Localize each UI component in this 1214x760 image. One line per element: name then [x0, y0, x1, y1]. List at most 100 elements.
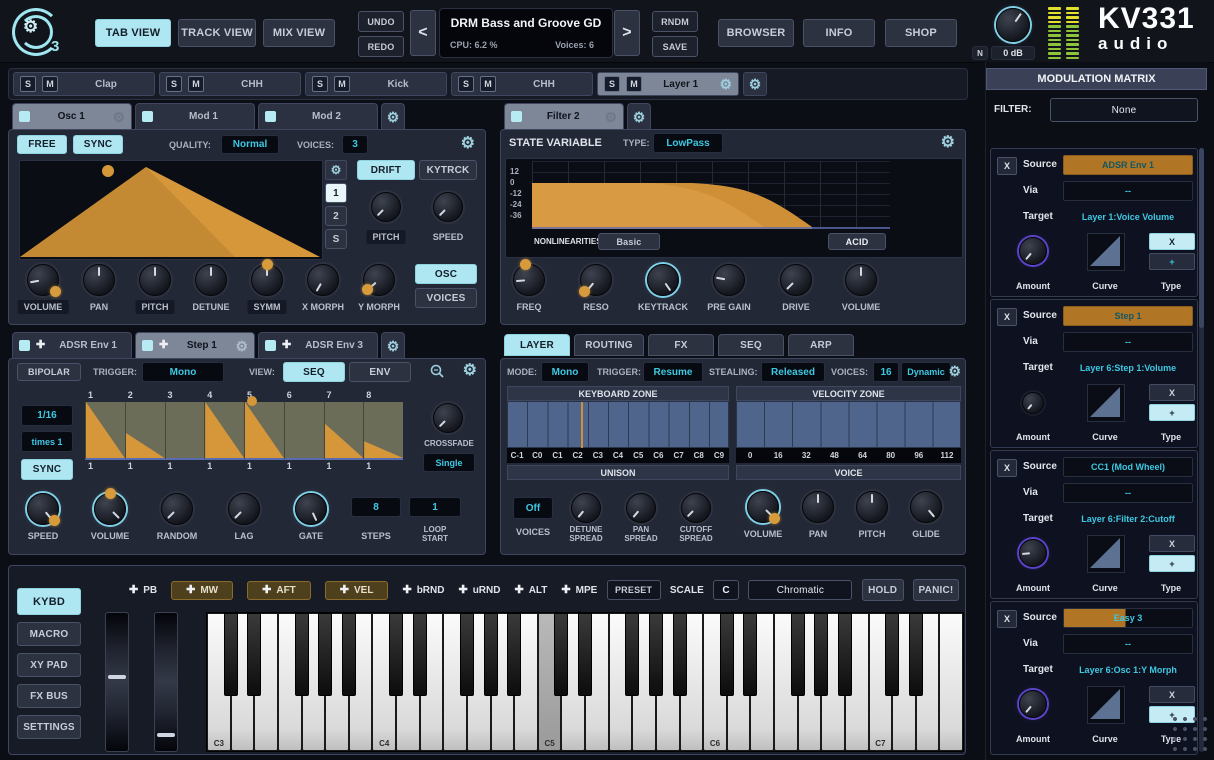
mute-button[interactable]: M	[626, 76, 642, 92]
osc-xmorph-knob[interactable]	[307, 264, 339, 296]
mute-button[interactable]: M	[480, 76, 496, 92]
seq-random-knob[interactable]	[161, 493, 193, 525]
toolbar-item-vel[interactable]: ✚VEL	[325, 581, 389, 600]
seq-step-8[interactable]: 81	[363, 389, 403, 473]
hold-button[interactable]: HOLD	[862, 579, 904, 601]
env3-enable-checkbox[interactable]	[265, 340, 276, 351]
rate-select[interactable]: 1/16	[21, 405, 73, 426]
seq-volume-knob[interactable]	[94, 493, 126, 525]
seq-step-3[interactable]: 31	[165, 389, 205, 473]
black-key[interactable]	[318, 613, 332, 696]
osc-pitch-knob[interactable]	[139, 264, 171, 296]
mod-via-select[interactable]: --	[1063, 634, 1193, 654]
black-key[interactable]	[295, 613, 309, 696]
solo-button[interactable]: S	[604, 76, 620, 92]
key-select[interactable]: C	[713, 580, 739, 600]
black-key[interactable]	[578, 613, 592, 696]
mod2-tab[interactable]: Mod 2	[258, 103, 378, 129]
seq-step-4[interactable]: 41	[204, 389, 244, 473]
drift-button[interactable]: DRIFT	[357, 160, 415, 180]
layer-tab-chh1[interactable]: S M CHH	[159, 72, 301, 96]
osc-sync-button[interactable]: SYNC	[73, 135, 123, 154]
step1-gear-icon[interactable]: ⚙	[235, 339, 248, 353]
remove-slot-button[interactable]: X	[997, 157, 1017, 175]
mod-amount-knob[interactable]	[1019, 237, 1047, 265]
mod-curve-button[interactable]	[1087, 686, 1125, 724]
mod-target-select[interactable]: Layer 1:Voice Volume	[1063, 207, 1193, 227]
osc-detune-knob[interactable]	[195, 264, 227, 296]
layer-tab-kick[interactable]: S M Kick	[305, 72, 447, 96]
env1-enable-checkbox[interactable]	[19, 340, 30, 351]
layer-add-gear-button[interactable]: ⚙	[743, 72, 767, 96]
stealing-select[interactable]: Released	[761, 362, 825, 382]
drift-pitch-knob[interactable]	[371, 192, 401, 222]
filter-type-select[interactable]: LowPass	[653, 133, 723, 153]
mod-curve-button[interactable]	[1087, 384, 1125, 422]
mod2-enable-checkbox[interactable]	[265, 111, 276, 122]
black-key[interactable]	[342, 613, 356, 696]
step-sequencer-grid[interactable]: 1121314151617181	[85, 389, 403, 473]
osc-panel-gear-icon[interactable]: ⚙	[461, 136, 475, 152]
view-env-button[interactable]: ENV	[349, 362, 411, 382]
mod-via-select[interactable]: --	[1063, 332, 1193, 352]
mod-type-x-button[interactable]: X	[1149, 686, 1195, 703]
mod-source-select[interactable]: CC1 (Mod Wheel)	[1063, 457, 1193, 477]
seq-step-7[interactable]: 71	[324, 389, 364, 473]
osc-enable-checkbox[interactable]	[19, 111, 30, 122]
preset-next-button[interactable]: >	[614, 10, 640, 56]
filter-add-gear-button[interactable]: ⚙	[627, 103, 651, 129]
view-seq-button[interactable]: SEQ	[283, 362, 345, 382]
toolbar-item-mw[interactable]: ✚MW	[171, 581, 233, 600]
unison-pan-knob[interactable]	[626, 493, 656, 523]
layer-tab-clap[interactable]: S M Clap	[13, 72, 155, 96]
toolbar-item-brnd[interactable]: ✚bRND	[402, 585, 444, 596]
solo-button[interactable]: S	[20, 76, 36, 92]
crossfade-knob[interactable]	[433, 403, 463, 433]
unison-detune-knob[interactable]	[571, 493, 601, 523]
crossfade-mode[interactable]: Single	[423, 453, 475, 472]
osc-ymorph-knob[interactable]	[363, 264, 395, 296]
filter-gear-icon[interactable]: ⚙	[604, 110, 617, 124]
routing-tab-button[interactable]: ROUTING	[574, 334, 644, 356]
black-key[interactable]	[413, 613, 427, 696]
bipolar-button[interactable]: BIPOLAR	[17, 363, 81, 381]
move-icon[interactable]: ✚	[186, 585, 195, 596]
voice-pan-knob[interactable]	[802, 491, 834, 523]
redo-button[interactable]: REDO	[358, 36, 404, 57]
layer-tab-button[interactable]: LAYER	[504, 334, 570, 356]
remove-slot-button[interactable]: X	[997, 308, 1017, 326]
mute-button[interactable]: M	[188, 76, 204, 92]
black-key[interactable]	[247, 613, 261, 696]
nav-kybd-button[interactable]: KYBD	[17, 588, 81, 615]
mod-amount-knob[interactable]	[1019, 539, 1047, 567]
master-volume-knob[interactable]	[996, 8, 1030, 42]
mode-select[interactable]: Mono	[541, 362, 589, 382]
velocity-zone-area[interactable]	[736, 401, 961, 448]
tab-view-button[interactable]: TAB VIEW	[95, 19, 171, 47]
remove-slot-button[interactable]: X	[997, 610, 1017, 628]
mod-via-select[interactable]: --	[1063, 483, 1193, 503]
seq-tab-button[interactable]: SEQ	[718, 334, 784, 356]
mod-source-select[interactable]: Easy 3	[1063, 608, 1193, 628]
track-view-button[interactable]: TRACK VIEW	[178, 19, 256, 47]
filter-volume-knob[interactable]	[845, 264, 877, 296]
osc-voices-value[interactable]: 3	[342, 135, 368, 154]
filter-freq-knob[interactable]	[513, 264, 545, 296]
mod-source-select[interactable]: Step 1	[1063, 306, 1193, 326]
move-icon[interactable]: ✚	[514, 585, 523, 596]
mod-curve-button[interactable]	[1087, 233, 1125, 271]
mod-scrollbar[interactable]	[1199, 148, 1204, 752]
black-key[interactable]	[743, 613, 757, 696]
osc-add-gear-button[interactable]: ⚙	[381, 103, 405, 129]
loop-start-value[interactable]: 1	[409, 497, 461, 517]
mod-type-plus-button[interactable]: +	[1149, 253, 1195, 270]
toolbar-item-mpe[interactable]: ✚MPE	[561, 585, 597, 596]
osc-symm-knob[interactable]	[251, 264, 283, 296]
nav-macro-button[interactable]: MACRO	[17, 622, 81, 646]
osc-pan-knob[interactable]	[83, 264, 115, 296]
master-n-toggle[interactable]: N	[972, 46, 988, 60]
wave-gear-button[interactable]: ⚙	[325, 160, 347, 180]
black-key[interactable]	[507, 613, 521, 696]
toolbar-item-pb[interactable]: ✚PB	[129, 585, 157, 596]
black-key[interactable]	[460, 613, 474, 696]
